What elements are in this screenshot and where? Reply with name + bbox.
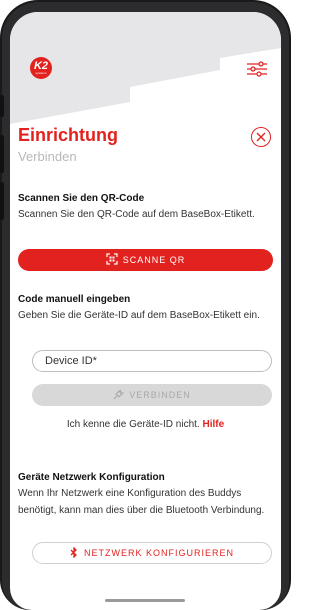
bluetooth-icon [70,545,78,560]
help-text: Ich kenne die Geräte-ID nicht. [66,419,200,430]
settings-sliders-icon[interactable] [246,60,268,78]
k2-logo: K2 systems [30,57,52,79]
phone-volume-down [0,182,4,220]
configure-network-label: NETZWERK KONFIGURIEREN [83,548,234,558]
scan-qr-label: SCANNE QR [122,255,186,265]
qr-section-text: Scannen Sie den QR-Code auf dem BaseBox-… [18,209,255,220]
close-button[interactable] [251,127,271,147]
help-line: Ich kenne die Geräte-ID nicht. Hilfe [10,419,281,430]
network-section-text: Wenn Ihr Netzwerk eine Konfiguration des… [18,488,265,516]
plug-icon [113,389,124,402]
manual-section-heading: Code manuell eingeben [18,294,131,305]
phone-side-button [0,95,4,117]
home-indicator [105,599,185,602]
device-id-placeholder: Device ID* [45,355,97,367]
app-screen: K2 systems Einrichtung Verbinden Scannen… [10,12,281,610]
logo-subtext: systems [35,71,47,75]
page-title: Einrichtung [18,125,118,145]
phone-frame: K2 systems Einrichtung Verbinden Scannen… [0,0,291,610]
qr-scan-icon [106,253,118,267]
page-subtitle: Verbinden [18,149,77,164]
manual-section-text: Geben Sie die Geräte-ID auf dem BaseBox-… [18,310,260,321]
qr-section-heading: Scannen Sie den QR-Code [18,193,145,204]
connect-label: VERBINDEN [129,390,191,400]
device-id-input[interactable]: Device ID* [32,350,272,372]
scan-qr-button[interactable]: SCANNE QR [18,249,273,271]
phone-volume-up [0,135,4,173]
close-icon [256,132,266,142]
configure-network-button[interactable]: NETZWERK KONFIGURIEREN [32,542,272,564]
network-section-heading: Geräte Netzwerk Konfiguration [18,472,165,483]
connect-button[interactable]: VERBINDEN [32,384,272,406]
help-link[interactable]: Hilfe [202,419,224,430]
